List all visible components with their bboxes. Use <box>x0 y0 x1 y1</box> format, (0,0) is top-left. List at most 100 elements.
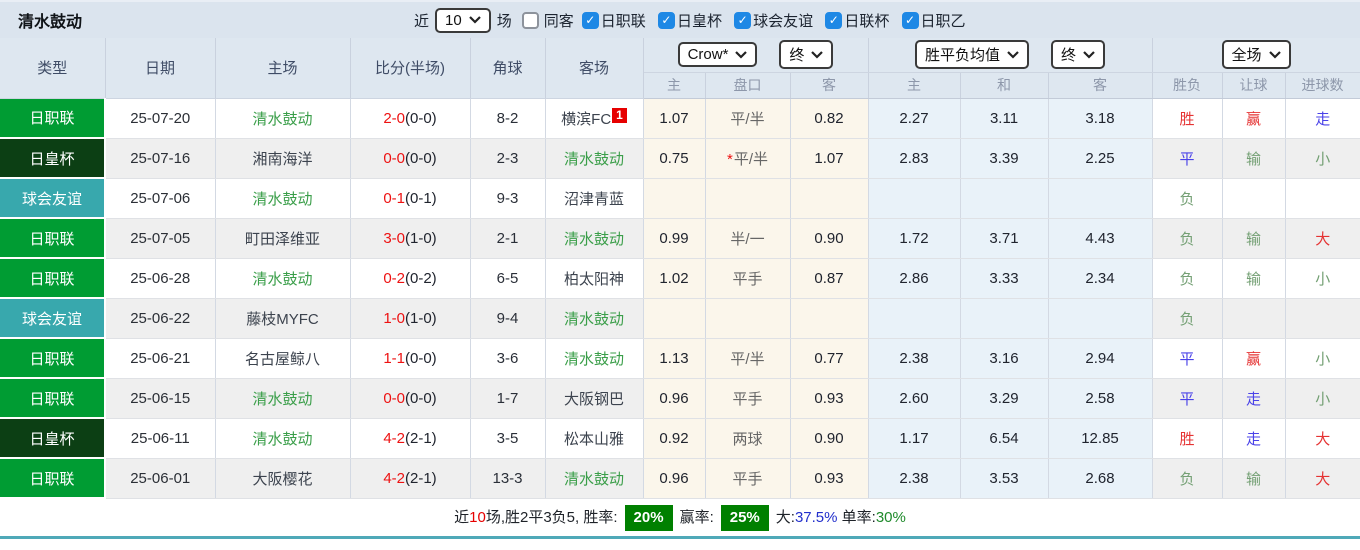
goals-result-cell: 小 <box>1285 138 1360 179</box>
match-history-table: 类型 日期 主场 比分(半场) 角球 客场 Crow* 终 胜平负均值 终 全场… <box>0 38 1360 499</box>
handicap-line-cell: 平手 <box>705 378 791 419</box>
corner-cell: 6-5 <box>470 258 546 299</box>
result-cell: 胜 <box>1152 98 1223 139</box>
handicap-line-cell: 半/一 <box>705 218 791 259</box>
league-type-badge: 日皇杯 <box>0 418 106 459</box>
topbar: 清水鼓动 近 10 场 同客 ✓ 日职联 ✓ 日皇杯 ✓ 球会友谊 ✓ 日联杯 … <box>0 0 1360 38</box>
avg-away-odds-cell: 12.85 <box>1048 418 1153 459</box>
handicap-result-cell: 赢 <box>1222 338 1286 379</box>
goals-result-cell: 走 <box>1285 98 1360 139</box>
col-header-home: 主场 <box>215 38 351 99</box>
avg-draw-odds-cell: 3.33 <box>960 258 1049 299</box>
avg-draw-odds-cell: 3.11 <box>960 98 1049 139</box>
avg-away-odds-cell: 4.43 <box>1048 218 1153 259</box>
avg-draw-odds-cell: 3.39 <box>960 138 1049 179</box>
average-type-select[interactable]: 胜平负均值 <box>914 40 1029 70</box>
league-type-badge: 球会友谊 <box>0 298 106 339</box>
summary-text: 37.5% <box>794 509 838 526</box>
col-header-away: 客场 <box>545 38 644 99</box>
score-cell: 4-2(2-1) <box>350 418 471 459</box>
avg-away-odds-cell: 2.25 <box>1048 138 1153 179</box>
handicap-line-cell: 平手 <box>705 258 791 299</box>
corner-cell: 8-2 <box>470 98 546 139</box>
handicap-home-odds-cell <box>643 178 706 219</box>
league-filter-checkbox[interactable]: ✓ 日职乙 <box>901 10 966 31</box>
handicap-home-odds-cell: 0.75 <box>643 138 706 179</box>
matches-label: 场 <box>496 12 512 30</box>
score-cell: 0-0(0-0) <box>350 138 471 179</box>
recent-label: 近 <box>414 12 430 30</box>
bookmaker-time-select[interactable]: 终 <box>779 40 834 70</box>
league-filter-label: 日职联 <box>600 12 646 30</box>
home-team-cell: 清水鼓动 <box>215 98 351 139</box>
avg-away-odds-cell: 2.34 <box>1048 258 1153 299</box>
avg-home-odds-cell <box>868 298 961 339</box>
chevron-down-icon <box>1007 50 1019 59</box>
handicap-home-odds-cell: 1.13 <box>643 338 706 379</box>
goals-result-cell: 小 <box>1285 378 1360 419</box>
date-cell: 25-06-22 <box>105 298 216 339</box>
same-opponent-checkbox[interactable] <box>521 11 539 29</box>
home-team-cell: 藤枝MYFC <box>215 298 351 339</box>
match-count-select[interactable]: 10 <box>435 7 491 33</box>
average-time-select[interactable]: 终 <box>1051 40 1106 70</box>
handicap-select-group: Crow* 终 <box>643 38 869 73</box>
league-filter-checkbox[interactable]: ✓ 日联杯 <box>825 10 889 31</box>
score-cell: 0-2(0-2) <box>350 258 471 299</box>
sub-header-handicap-line: 盘口 <box>705 72 791 99</box>
avg-draw-odds-cell: 3.29 <box>960 378 1049 419</box>
away-team-cell: 清水鼓动 <box>545 298 644 339</box>
handicap-away-odds-cell <box>790 298 869 339</box>
league-filter-label: 日皇杯 <box>676 12 722 30</box>
avg-home-odds-cell: 1.17 <box>868 418 961 459</box>
summary-text: 10 <box>469 509 486 526</box>
league-type-badge: 日职联 <box>0 218 106 259</box>
handicap-line-cell <box>705 298 791 339</box>
checkbox-checked-icon: ✓ <box>825 11 843 29</box>
table-row: 日职联 25-06-15 清水鼓动 0-0(0-0) 1-7 大阪钢巴 0.96… <box>0 378 1360 419</box>
handicap-result-cell: 输 <box>1222 458 1286 499</box>
home-team-cell: 町田泽维亚 <box>215 218 351 259</box>
handicap-away-odds-cell: 1.07 <box>790 138 869 179</box>
match-count-value: 10 <box>445 11 462 29</box>
league-filter-checkbox[interactable]: ✓ 球会友谊 <box>734 10 813 31</box>
league-filter-checkbox[interactable]: ✓ 日皇杯 <box>657 10 722 31</box>
avg-home-odds-cell <box>868 178 961 219</box>
league-type-badge: 球会友谊 <box>0 178 106 219</box>
avg-draw-odds-cell <box>960 178 1049 219</box>
checkbox-checked-icon: ✓ <box>657 11 675 29</box>
result-cell: 平 <box>1152 138 1223 179</box>
red-card-badge: 1 <box>612 107 627 123</box>
star-marker: * <box>726 150 733 168</box>
avg-away-odds-cell: 2.94 <box>1048 338 1153 379</box>
league-type-badge: 日职联 <box>0 378 106 419</box>
handicap-away-odds-cell: 0.82 <box>790 98 869 139</box>
checkbox-checked-icon: ✓ <box>581 11 599 29</box>
league-type-badge: 日职联 <box>0 98 106 139</box>
handicap-home-odds-cell: 0.96 <box>643 378 706 419</box>
score-cell: 1-0(1-0) <box>350 298 471 339</box>
bottom-divider <box>0 536 1360 539</box>
goals-result-cell: 小 <box>1285 258 1360 299</box>
scope-select[interactable]: 全场 <box>1221 40 1291 70</box>
goals-result-cell: 小 <box>1285 338 1360 379</box>
corner-cell: 3-6 <box>470 338 546 379</box>
avg-draw-odds-cell: 3.71 <box>960 218 1049 259</box>
bookmaker-select[interactable]: Crow* <box>677 42 758 68</box>
checkbox-checked-icon: ✓ <box>901 11 919 29</box>
handicap-line-cell <box>705 178 791 219</box>
sub-header-handicap-home: 主 <box>643 72 706 99</box>
summary-text: 赢率: <box>679 509 714 526</box>
away-team-cell: 横滨FC 1 <box>545 98 644 139</box>
score-cell: 0-0(0-0) <box>350 378 471 419</box>
corner-cell: 13-3 <box>470 458 546 499</box>
handicap-result-cell: 输 <box>1222 218 1286 259</box>
sub-header-handicap-result: 让球 <box>1222 72 1286 99</box>
handicap-result-cell: 走 <box>1222 418 1286 459</box>
table-row: 日皇杯 25-06-11 清水鼓动 4-2(2-1) 3-5 松本山雅 0.92… <box>0 418 1360 459</box>
date-cell: 25-06-15 <box>105 378 216 419</box>
checkbox-checked-icon: ✓ <box>734 11 752 29</box>
chevron-down-icon <box>811 50 824 59</box>
league-filter-checkbox[interactable]: ✓ 日职联 <box>581 10 646 31</box>
league-type-badge: 日皇杯 <box>0 138 106 179</box>
